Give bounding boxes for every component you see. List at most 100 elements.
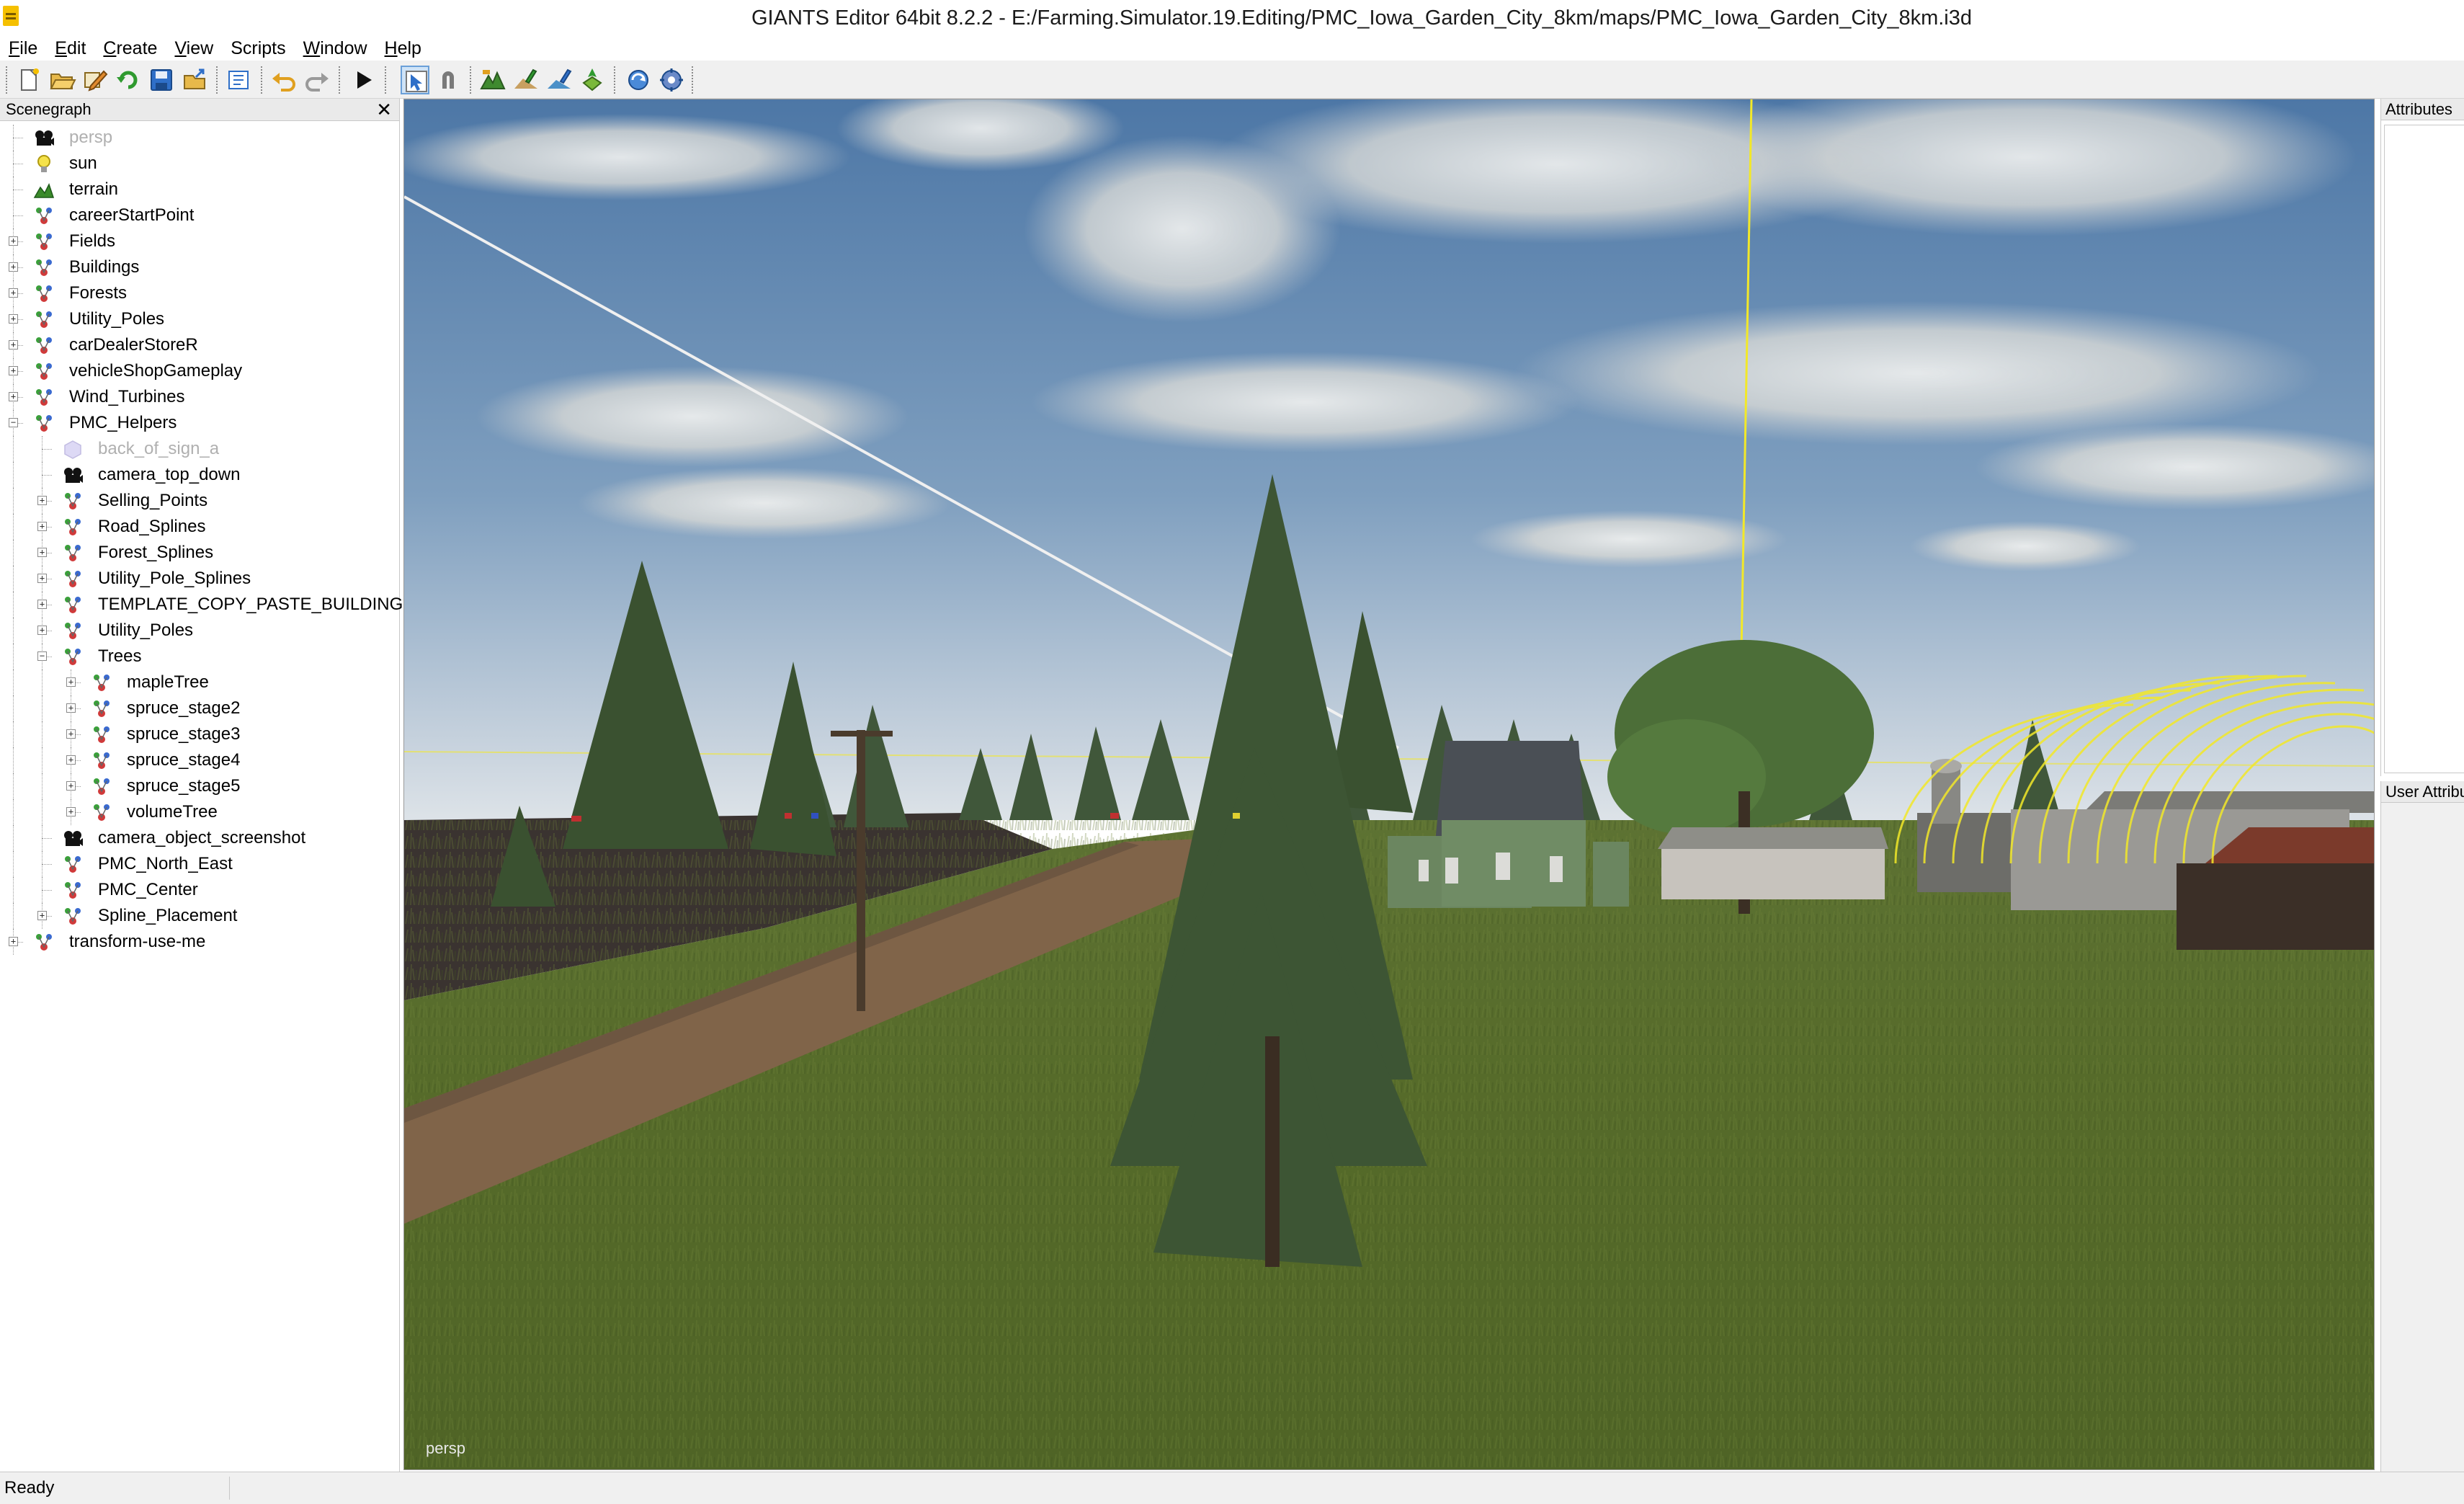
tree-node[interactable]: + transform-use-me — [0, 929, 399, 955]
tree-node[interactable]: back_of_sign_a — [0, 436, 399, 462]
import-icon[interactable] — [225, 66, 254, 94]
menu-item[interactable]: Edit — [46, 36, 94, 61]
select-tool-icon[interactable] — [401, 66, 429, 94]
expand-icon[interactable]: + — [9, 314, 18, 324]
tree-node[interactable]: + Utility_Poles — [0, 306, 399, 332]
tree-node[interactable]: PMC_North_East — [0, 851, 399, 877]
tree-node[interactable]: + spruce_stage5 — [0, 773, 399, 799]
transform-group-icon — [91, 724, 112, 745]
collapse-icon[interactable]: − — [37, 651, 47, 661]
tree-guide-line — [13, 566, 14, 592]
expand-icon[interactable]: + — [37, 496, 47, 505]
tree-node-label: Fields — [69, 231, 116, 251]
menu-item[interactable]: Create — [94, 36, 166, 61]
foliage-paint-icon[interactable] — [545, 66, 573, 94]
expand-icon[interactable]: + — [9, 392, 18, 401]
refresh-world-icon[interactable] — [624, 66, 653, 94]
tree-node[interactable]: − Trees — [0, 644, 399, 669]
expand-icon[interactable]: + — [37, 626, 47, 635]
tree-node[interactable]: + mapleTree — [0, 669, 399, 695]
settings-icon[interactable] — [657, 66, 686, 94]
expand-icon[interactable]: + — [37, 911, 47, 920]
user-attributes-panel: User Attributes — [2380, 781, 2464, 1472]
terrain-sculpt-icon[interactable] — [478, 66, 507, 94]
scenegraph-header: Scenegraph ✕ — [0, 99, 399, 121]
expand-icon[interactable]: + — [37, 600, 47, 609]
tree-guide-line — [42, 838, 52, 839]
tree-guide-line — [13, 540, 14, 566]
transform-group-icon — [91, 749, 112, 771]
tree-node[interactable]: + Forest_Splines — [0, 540, 399, 566]
menu-item[interactable]: Scripts — [222, 36, 294, 61]
open-icon[interactable] — [48, 66, 76, 94]
tree-node[interactable]: camera_top_down — [0, 462, 399, 488]
expand-icon[interactable]: + — [66, 755, 76, 765]
tree-node[interactable]: camera_object_screenshot — [0, 825, 399, 851]
tree-node-label: Utility_Pole_Splines — [98, 569, 251, 588]
tree-node[interactable]: + Fields — [0, 228, 399, 254]
tree-node[interactable]: sun — [0, 151, 399, 177]
save-icon[interactable] — [147, 66, 176, 94]
tree-node[interactable]: + Wind_Turbines — [0, 384, 399, 410]
scenegraph-panel: Scenegraph ✕ persp sun terrain careerStartP… — [0, 99, 403, 1472]
transform-group-icon — [62, 542, 84, 564]
tree-node[interactable]: + Road_Splines — [0, 514, 399, 540]
viewport-scene[interactable] — [404, 99, 2375, 1470]
expand-icon[interactable]: + — [66, 807, 76, 816]
expand-icon[interactable]: + — [66, 781, 76, 791]
tree-guide-line — [13, 592, 14, 618]
menu-item[interactable]: File — [0, 36, 46, 61]
undo-icon[interactable] — [269, 66, 298, 94]
tree-node[interactable]: + Utility_Poles — [0, 618, 399, 644]
redo-icon[interactable] — [303, 66, 331, 94]
play-icon[interactable] — [349, 66, 378, 94]
viewport-3d[interactable]: persp — [403, 99, 2375, 1470]
tree-node-label: TEMPLATE_COPY_PASTE_BUILDING — [98, 595, 403, 614]
expand-icon[interactable]: + — [9, 288, 18, 298]
expand-icon[interactable]: + — [9, 937, 18, 946]
expand-icon[interactable]: + — [9, 366, 18, 375]
terrain-paint-icon[interactable] — [512, 66, 540, 94]
tree-node[interactable]: + Utility_Pole_Splines — [0, 566, 399, 592]
tree-node-label: volumeTree — [127, 802, 218, 822]
magnet-icon[interactable] — [434, 66, 463, 94]
new-icon[interactable] — [14, 66, 43, 94]
tree-node[interactable]: + volumeTree — [0, 799, 399, 825]
expand-icon[interactable]: + — [9, 236, 18, 246]
expand-icon[interactable]: + — [66, 703, 76, 713]
tree-node[interactable]: PMC_Center — [0, 877, 399, 903]
expand-icon[interactable]: + — [9, 340, 18, 350]
tree-node[interactable]: + Spline_Placement — [0, 903, 399, 929]
tree-node[interactable]: persp — [0, 125, 399, 151]
menu-item[interactable]: Help — [376, 36, 430, 61]
expand-icon[interactable]: + — [66, 677, 76, 687]
tree-node[interactable]: + spruce_stage2 — [0, 695, 399, 721]
tree-node[interactable]: + Selling_Points — [0, 488, 399, 514]
tree-node[interactable]: − PMC_Helpers — [0, 410, 399, 436]
tree-node[interactable]: + Forests — [0, 280, 399, 306]
tree-node[interactable]: + carDealerStoreR — [0, 332, 399, 358]
tree-node[interactable]: terrain — [0, 177, 399, 203]
transform-group-icon — [33, 386, 55, 408]
expand-icon[interactable]: + — [66, 729, 76, 739]
tree-node[interactable]: + TEMPLATE_COPY_PASTE_BUILDING — [0, 592, 403, 618]
menu-item[interactable]: Window — [295, 36, 376, 61]
expand-icon[interactable]: + — [37, 548, 47, 557]
expand-icon[interactable]: + — [9, 262, 18, 272]
tree-node[interactable]: + spruce_stage4 — [0, 747, 399, 773]
tree-guide-line — [42, 695, 43, 721]
placement-icon[interactable] — [578, 66, 607, 94]
expand-icon[interactable]: + — [37, 522, 47, 531]
edit-icon[interactable] — [81, 66, 110, 94]
attributes-body[interactable] — [2384, 125, 2464, 773]
tree-node[interactable]: careerStartPoint — [0, 203, 399, 228]
close-icon[interactable]: ✕ — [376, 100, 392, 119]
export-icon[interactable] — [180, 66, 209, 94]
reload-icon[interactable] — [114, 66, 143, 94]
tree-node[interactable]: + spruce_stage3 — [0, 721, 399, 747]
tree-node[interactable]: + vehicleShopGameplay — [0, 358, 399, 384]
expand-icon[interactable]: + — [37, 574, 47, 583]
menu-item[interactable]: View — [166, 36, 222, 61]
collapse-icon[interactable]: − — [9, 418, 18, 427]
tree-node[interactable]: + Buildings — [0, 254, 399, 280]
